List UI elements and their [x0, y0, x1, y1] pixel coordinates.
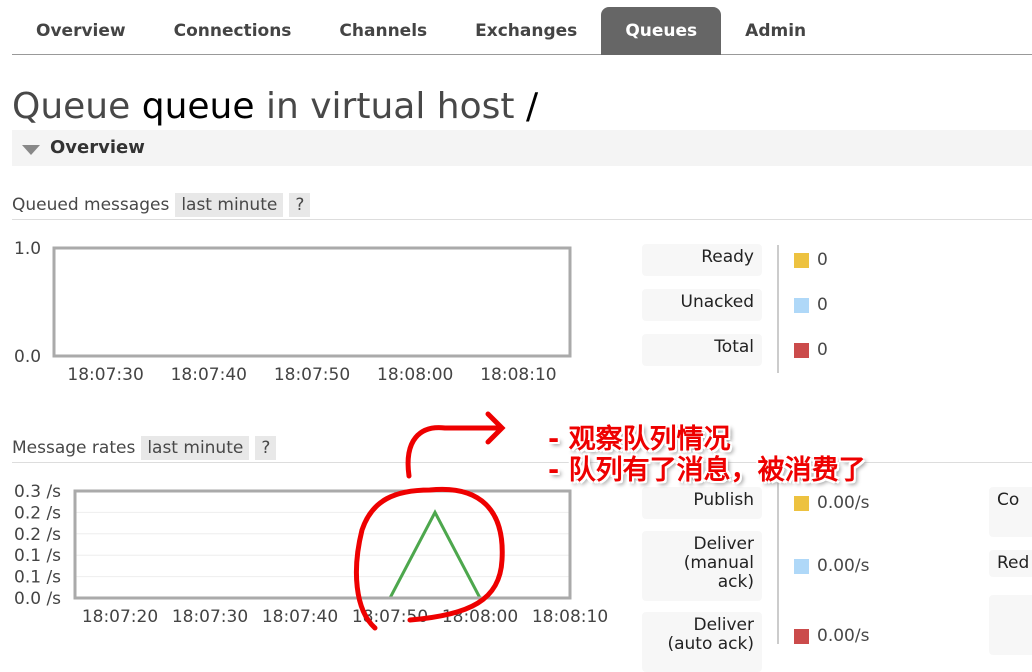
overview-section-toggle[interactable]: Overview	[12, 130, 1032, 166]
value: 0.00/s	[817, 626, 870, 646]
legend-label: Unacked	[642, 289, 762, 321]
redeliver-label: Red	[989, 550, 1032, 577]
y-tick-label: 0.1 /s	[14, 568, 61, 588]
legend-label: Deliver (manual ack)	[642, 531, 762, 601]
legend-value: 0	[794, 340, 828, 360]
legend-value: 0	[794, 250, 828, 270]
y-tick-label: 0.3 /s	[14, 482, 61, 502]
page-title: Queue queue in virtual host /	[12, 86, 539, 127]
tab-exchanges[interactable]: Exchanges	[451, 7, 601, 55]
value: 0	[817, 340, 828, 360]
y-tick-label: 0.0 /s	[14, 589, 61, 609]
color-swatch	[794, 558, 809, 574]
y-tick-label: 0.2 /s	[14, 525, 61, 545]
triangle-down-icon	[22, 145, 40, 155]
x-tick-label: 18:07:30	[67, 365, 143, 385]
legend-value: 0.00/s	[794, 556, 869, 576]
message-rates-header: Message rates last minute ?	[12, 433, 1032, 463]
legend-label: Publish	[642, 487, 762, 519]
legend-label: Deliver (auto ack)	[642, 612, 762, 672]
x-tick-label: 18:07:50	[352, 607, 428, 627]
tab-channels[interactable]: Channels	[315, 7, 451, 55]
stat-label	[989, 595, 1032, 655]
value: 0.00/s	[817, 556, 870, 576]
legend-value: 0.00/s	[794, 626, 869, 646]
legend-value: 0	[794, 295, 828, 315]
tab-overview[interactable]: Overview	[12, 7, 150, 55]
legend-label: Total	[642, 334, 762, 366]
divider	[777, 480, 779, 644]
queued-messages-header: Queued messages last minute ?	[12, 190, 1032, 220]
divider	[777, 245, 779, 373]
y-tick-label: 1.0	[14, 239, 41, 259]
annotation-text: - 观察队列情况	[548, 424, 731, 455]
color-swatch	[794, 628, 809, 644]
tab-admin[interactable]: Admin	[721, 7, 830, 55]
range-select[interactable]: last minute	[141, 435, 250, 460]
confirm-label: Co	[989, 487, 1032, 537]
legend-label: Ready	[642, 244, 762, 276]
color-swatch	[794, 297, 809, 313]
legend-value: 0.00/s	[794, 493, 869, 513]
value: 0	[817, 295, 828, 315]
x-tick-label: 18:08:10	[480, 365, 556, 385]
x-tick-label: 18:07:50	[274, 365, 350, 385]
y-tick-label: 0.0	[14, 347, 41, 367]
x-tick-label: 18:08:00	[442, 607, 518, 627]
value: 0	[817, 250, 828, 270]
y-tick-label: 0.2 /s	[14, 503, 61, 523]
x-tick-label: 18:08:10	[532, 607, 608, 627]
help-button[interactable]: ?	[255, 435, 277, 460]
message-rates-chart: 0.3 /s0.2 /s0.2 /s0.1 /s0.1 /s0.0 /s18:0…	[14, 482, 608, 627]
y-tick-label: 0.1 /s	[14, 546, 61, 566]
value: 0.00/s	[817, 493, 870, 513]
annotation-text: - 队列有了消息，被消费了	[548, 455, 866, 486]
color-swatch	[794, 495, 809, 511]
color-swatch	[794, 252, 809, 268]
tab-queues[interactable]: Queues	[601, 7, 722, 55]
x-tick-label: 18:07:40	[262, 607, 338, 627]
help-button[interactable]: ?	[289, 192, 311, 217]
x-tick-label: 18:07:20	[82, 607, 158, 627]
color-swatch	[794, 342, 809, 358]
main-nav: Overview Connections Channels Exchanges Queu…	[12, 7, 1032, 55]
x-tick-label: 18:07:40	[171, 365, 247, 385]
x-tick-label: 18:07:30	[172, 607, 248, 627]
plot-border	[52, 246, 572, 358]
plot-border	[73, 489, 572, 600]
queued-messages-chart: 1.0 0.0 18:07:30 18:07:40 18:07:50 18:08:00 18…	[14, 239, 572, 385]
x-tick-label: 18:08:00	[377, 365, 453, 385]
tab-connections[interactable]: Connections	[150, 7, 316, 55]
range-select[interactable]: last minute	[175, 192, 284, 217]
